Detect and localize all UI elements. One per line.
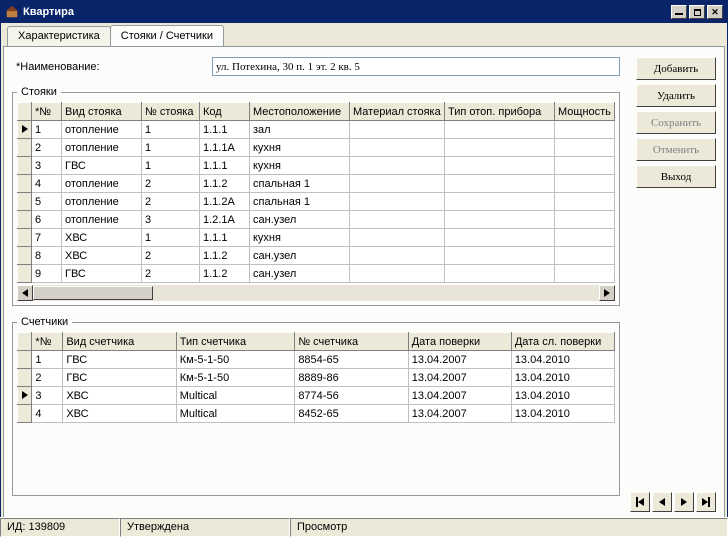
side-buttons: Добавить Удалить Сохранить Отменить Выхо… (636, 57, 716, 188)
tabstrip: Характеристика Стояки / Счетчики (7, 25, 725, 46)
tab-panel: *Наименование: Добавить Удалить Сохранит… (3, 46, 725, 521)
meters-col-header[interactable]: Дата сл. поверки (511, 333, 614, 351)
meters-col-header[interactable]: Вид счетчика (63, 333, 176, 351)
risers-col-header[interactable]: Местоположение (250, 103, 350, 121)
table-row[interactable]: 4ХВСMultical8452-6513.04.200713.04.2010 (18, 405, 615, 423)
scroll-thumb[interactable] (33, 286, 153, 300)
risers-col-header[interactable]: Мощность (555, 103, 615, 121)
window-title: Квартира (23, 6, 74, 18)
table-row[interactable]: 8ХВС21.1.2сан.узел (18, 247, 615, 265)
table-row[interactable]: 7ХВС11.1.1кухня (18, 229, 615, 247)
risers-col-header[interactable]: Тип отоп. прибора (445, 103, 555, 121)
meters-group: Счетчики *№Вид счетчикаТип счетчика№ сче… (12, 316, 620, 496)
status-mode: Просмотр (290, 518, 728, 537)
table-row[interactable]: 3ГВС11.1.1кухня (18, 157, 615, 175)
table-row[interactable]: 6отопление31.2.1Асан.узел (18, 211, 615, 229)
app-icon (5, 5, 19, 19)
nav-last-button[interactable] (696, 492, 716, 512)
record-nav (630, 492, 716, 512)
close-button[interactable]: ✕ (707, 5, 723, 19)
meters-legend: Счетчики (17, 316, 72, 328)
risers-hscroll[interactable] (17, 285, 615, 301)
status-id: ИД: 139809 (0, 518, 120, 537)
save-button[interactable]: Сохранить (636, 111, 716, 134)
risers-col-header[interactable]: № стояка (142, 103, 200, 121)
table-row[interactable]: 1отопление11.1.1зал (18, 121, 615, 139)
risers-col-header[interactable]: Код (200, 103, 250, 121)
table-row[interactable]: 2ГВСКм-5-1-508889-8613.04.200713.04.2010 (18, 369, 615, 387)
table-row[interactable]: 4отопление21.1.2спальная 1 (18, 175, 615, 193)
name-input[interactable] (212, 57, 620, 76)
meters-col-header[interactable]: Дата поверки (408, 333, 511, 351)
meters-col-header[interactable]: № счетчика (295, 333, 408, 351)
status-state: Утверждена (120, 518, 290, 537)
exit-button[interactable]: Выход (636, 165, 716, 188)
risers-col-header[interactable]: Материал стояка (350, 103, 445, 121)
tab-risers[interactable]: Стояки / Счетчики (110, 25, 224, 46)
meters-col-header[interactable]: *№ (32, 333, 63, 351)
tab-characteristics[interactable]: Характеристика (7, 26, 111, 47)
risers-col-header[interactable]: Вид стояка (62, 103, 142, 121)
scroll-right-button[interactable] (599, 285, 615, 301)
table-row[interactable]: 3ХВСMultical8774-5613.04.200713.04.2010 (18, 387, 615, 405)
maximize-button[interactable] (689, 5, 705, 19)
table-row[interactable]: 1ГВСКм-5-1-508854-6513.04.200713.04.2010 (18, 351, 615, 369)
titlebar: Квартира ✕ (1, 1, 727, 23)
delete-button[interactable]: Удалить (636, 84, 716, 107)
add-button[interactable]: Добавить (636, 57, 716, 80)
nav-next-button[interactable] (674, 492, 694, 512)
nav-prev-button[interactable] (652, 492, 672, 512)
scroll-left-button[interactable] (17, 285, 33, 301)
cancel-button[interactable]: Отменить (636, 138, 716, 161)
nav-first-button[interactable] (630, 492, 650, 512)
table-row[interactable]: 2отопление11.1.1Акухня (18, 139, 615, 157)
risers-table[interactable]: *№Вид стояка№ стоякаКодМестоположениеМат… (17, 102, 615, 283)
meters-table[interactable]: *№Вид счетчикаТип счетчика№ счетчикаДата… (17, 332, 615, 423)
name-label: *Наименование: (12, 61, 212, 73)
minimize-button[interactable] (671, 5, 687, 19)
table-row[interactable]: 5отопление21.1.2Аспальная 1 (18, 193, 615, 211)
table-row[interactable]: 9ГВС21.1.2сан.узел (18, 265, 615, 283)
risers-group: Стояки *№Вид стояка№ стоякаКодМестополож… (12, 86, 620, 306)
risers-col-header[interactable]: *№ (32, 103, 62, 121)
meters-col-header[interactable]: Тип счетчика (176, 333, 295, 351)
risers-legend: Стояки (17, 86, 61, 98)
statusbar: ИД: 139809 Утверждена Просмотр (0, 517, 728, 537)
